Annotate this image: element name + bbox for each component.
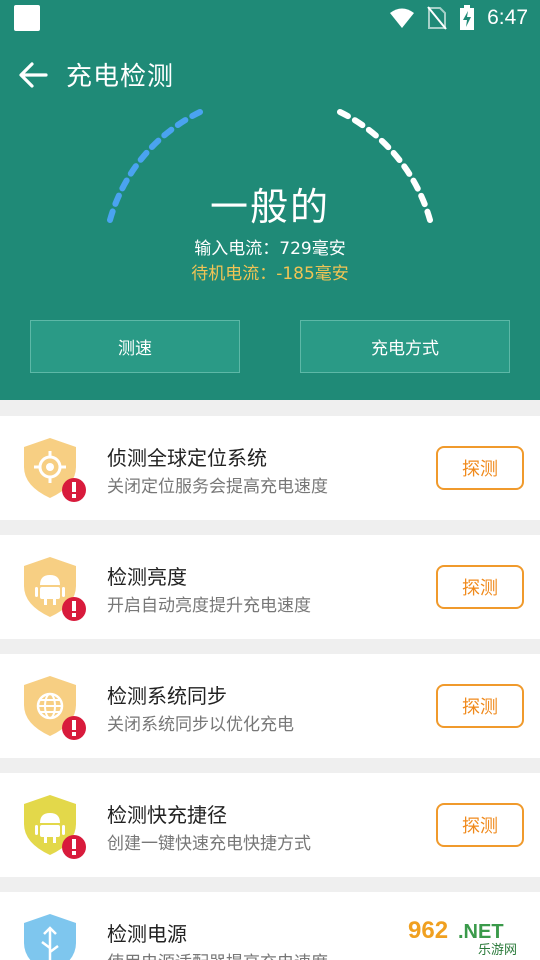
list-item-gps: 侦测全球定位系统 关闭定位服务会提高充电速度 探测: [0, 416, 540, 520]
detect-button[interactable]: 探测: [436, 565, 524, 609]
watermark-logo: 962 .NET 乐游网: [402, 914, 532, 958]
card-title: 侦测全球定位系统: [107, 446, 267, 470]
charge-status: 一般的: [209, 185, 330, 229]
card-title: 检测亮度: [107, 565, 187, 589]
card-description: 创建一键快速充电快捷方式: [107, 834, 311, 854]
list-item-brightness: 检测亮度 开启自动亮度提升充电速度 探测: [0, 535, 540, 639]
list-item-sync: 检测系统同步 关闭系统同步以优化充电 探测: [0, 654, 540, 758]
clock: 6:47: [487, 6, 528, 29]
card-description: 使用电源适配器提高充电速度: [107, 948, 328, 960]
detect-button[interactable]: 探测: [436, 684, 524, 728]
card-description: 开启自动亮度提升充电速度: [107, 596, 311, 616]
detect-button[interactable]: 探测: [436, 803, 524, 847]
svg-text:.NET: .NET: [458, 921, 504, 943]
detect-button[interactable]: 探测: [436, 446, 524, 490]
notification-icon: [14, 5, 40, 31]
gps-shield-icon: [24, 438, 86, 502]
charge-mode-button[interactable]: 充电方式: [300, 320, 510, 373]
battery-charging-icon: [460, 5, 475, 30]
wifi-icon: [390, 8, 415, 28]
usb-shield-icon: [24, 914, 76, 960]
card-title: 检测系统同步: [107, 684, 227, 708]
card-description: 关闭定位服务会提高充电速度: [107, 477, 328, 497]
no-sim-icon: [427, 6, 447, 30]
app-bar: 充电检测: [0, 44, 540, 104]
status-bar: 6:47: [0, 0, 540, 36]
standby-current: 待机电流：-185毫安: [191, 264, 349, 284]
card-title: 检测电源: [107, 922, 187, 946]
card-description: 关闭系统同步以优化充电: [107, 715, 294, 735]
input-current: 输入电流：729毫安: [194, 239, 346, 259]
android-shield-icon: [24, 795, 86, 859]
card-title: 检测快充捷径: [107, 803, 227, 827]
speed-test-button[interactable]: 测速: [30, 320, 240, 373]
svg-text:962: 962: [408, 917, 448, 944]
svg-text:乐游网: 乐游网: [478, 943, 517, 958]
back-arrow-icon[interactable]: [16, 58, 50, 92]
globe-shield-icon: [24, 676, 86, 740]
android-shield-icon: [24, 557, 86, 621]
page-title: 充电检测: [66, 62, 175, 92]
list-item-fast-charge: 检测快充捷径 创建一键快速充电快捷方式 探测: [0, 773, 540, 877]
